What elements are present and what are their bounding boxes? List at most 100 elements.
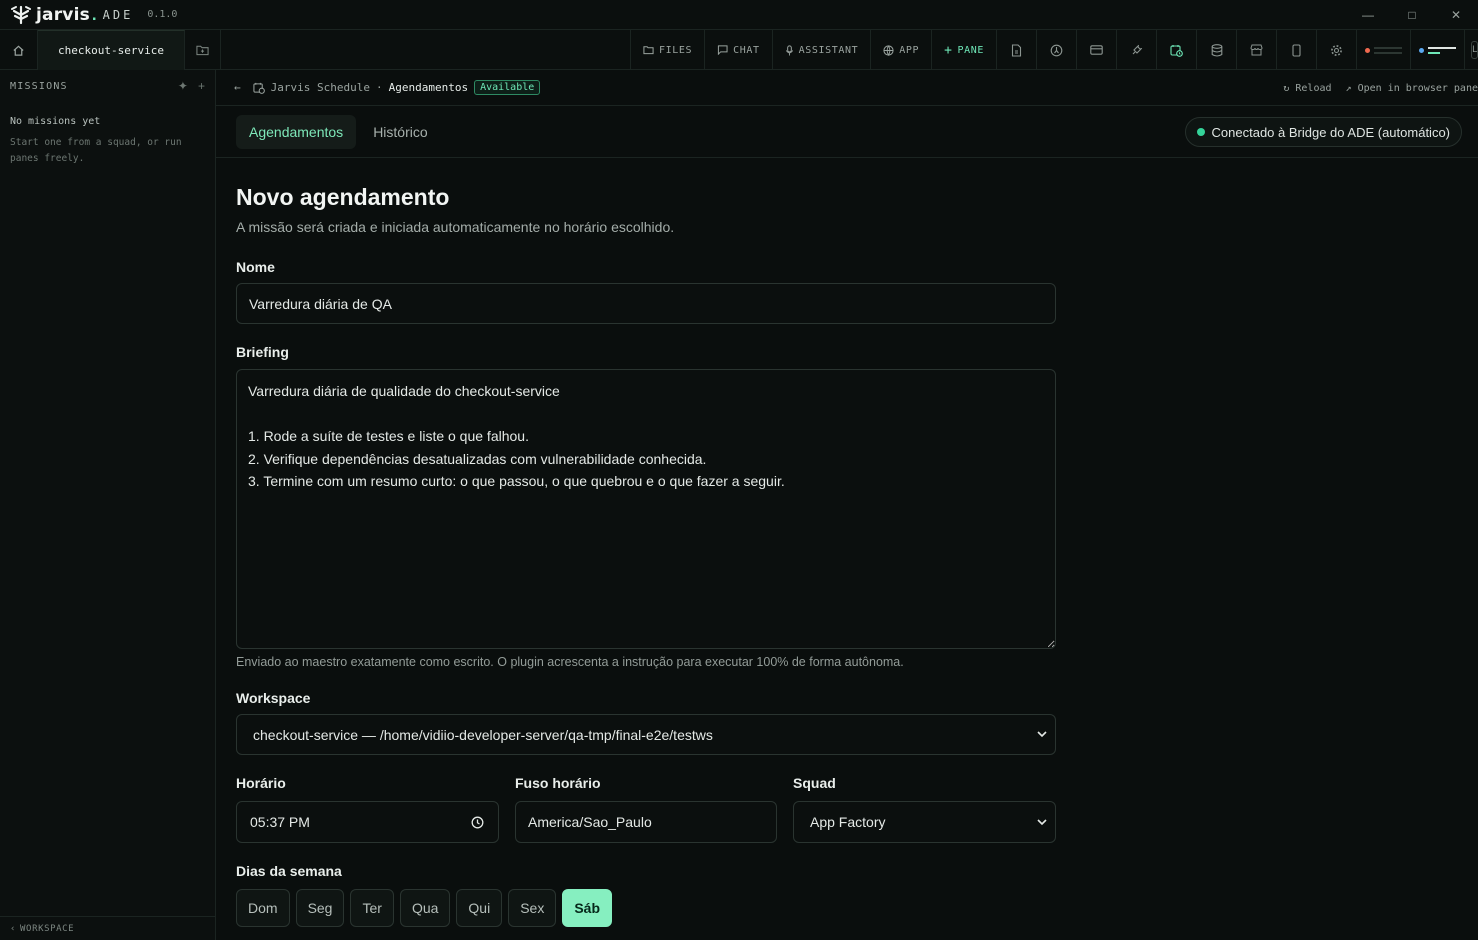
open-browser-label: Open in browser pane bbox=[1357, 82, 1478, 94]
day-toggle-ter[interactable]: Ter bbox=[350, 889, 394, 927]
brand: jarvis. ADE 0.1.0 bbox=[10, 4, 177, 26]
clock-icon[interactable] bbox=[471, 816, 484, 829]
close-icon[interactable]: ✕ bbox=[1434, 0, 1478, 30]
sidebar-actions: ✦ + bbox=[178, 79, 205, 93]
back-arrow-icon[interactable]: ← bbox=[234, 81, 241, 94]
sidebar-title: MISSIONS bbox=[10, 80, 68, 92]
sidebar-header: MISSIONS ✦ + bbox=[0, 70, 215, 102]
add-pane-button-label: PANE bbox=[957, 44, 984, 56]
time-value: 05:37 PM bbox=[250, 814, 310, 830]
form-title: Novo agendamento bbox=[236, 184, 450, 210]
weekday-picker: Dom Seg Ter Qua Qui Sex Sáb bbox=[236, 889, 1056, 927]
days-label: Dias da semana bbox=[236, 863, 342, 879]
credit-card-icon bbox=[1090, 45, 1103, 55]
time-row: Horário 05:37 PM Fuso horário Squad App … bbox=[236, 775, 1056, 843]
time-column: Horário 05:37 PM bbox=[236, 775, 499, 843]
breadcrumb-current: Agendamentos bbox=[388, 81, 469, 94]
layout-edge-label: L bbox=[1471, 41, 1478, 59]
workspace-label: WORKSPACE bbox=[20, 923, 75, 934]
empty-title: No missions yet bbox=[10, 116, 101, 127]
database-icon bbox=[1211, 43, 1222, 57]
file-icon bbox=[1011, 43, 1022, 57]
day-toggle-sab[interactable]: Sáb bbox=[562, 889, 613, 927]
chevron-left-icon: ‹ bbox=[10, 923, 17, 934]
maximize-icon[interactable]: □ bbox=[1390, 0, 1434, 30]
reload-icon: ↻ bbox=[1283, 82, 1290, 94]
assistant-button[interactable]: ASSISTANT bbox=[771, 30, 871, 70]
day-toggle-sex[interactable]: Sex bbox=[508, 889, 557, 927]
workspace-label: Workspace bbox=[236, 690, 311, 706]
tab-agendamentos[interactable]: Agendamentos bbox=[236, 114, 357, 149]
store-icon bbox=[1250, 44, 1263, 56]
app-name: jarvis bbox=[36, 4, 90, 25]
schedule-icon-button[interactable] bbox=[1156, 30, 1196, 70]
settings-button[interactable] bbox=[1316, 30, 1356, 70]
calendar-clock-icon bbox=[1170, 44, 1183, 57]
briefing-hint: Enviado ao maestro exatamente como escri… bbox=[236, 655, 904, 669]
layout-edge[interactable]: L bbox=[1464, 30, 1478, 70]
day-toggle-qui[interactable]: Qui bbox=[456, 889, 503, 927]
title-bar: jarvis. ADE 0.1.0 — □ ✕ bbox=[0, 0, 1478, 30]
tab-historico[interactable]: Histórico bbox=[360, 115, 440, 149]
day-toggle-dom[interactable]: Dom bbox=[236, 889, 290, 927]
reload-button[interactable]: ↻ Reload bbox=[1283, 83, 1331, 94]
status-meter-red[interactable] bbox=[1356, 30, 1410, 70]
chevron-down-icon bbox=[1037, 731, 1047, 738]
minimize-icon[interactable]: — bbox=[1346, 0, 1390, 30]
workspace-toggle[interactable]: ‹ WORKSPACE bbox=[0, 916, 215, 940]
home-button[interactable] bbox=[0, 30, 38, 70]
plus-icon: + bbox=[944, 42, 953, 58]
breadcrumb-plugin[interactable]: Jarvis Schedule bbox=[271, 81, 370, 94]
tab-checkout-service[interactable]: checkout-service bbox=[38, 30, 185, 70]
add-mission-icon[interactable]: + bbox=[198, 79, 205, 93]
app-button-label: APP bbox=[899, 44, 920, 56]
breadcrumb-separator: · bbox=[375, 81, 383, 94]
network-icon bbox=[1050, 44, 1063, 56]
microphone-icon bbox=[785, 44, 793, 56]
add-pane-button[interactable]: + PANE bbox=[931, 30, 996, 70]
open-browser-button[interactable]: ↗ Open in browser pane bbox=[1346, 83, 1478, 94]
workspace-select[interactable]: checkout-service — /home/vidiio-develope… bbox=[236, 714, 1056, 755]
form-description: A missão será criada e iniciada automati… bbox=[236, 219, 675, 235]
phone-icon bbox=[1292, 43, 1301, 57]
network-icon-button[interactable] bbox=[1036, 30, 1076, 70]
squad-column: Squad App Factory bbox=[793, 775, 1056, 843]
window-controls: — □ ✕ bbox=[1346, 0, 1478, 30]
files-button-label: FILES bbox=[659, 44, 693, 56]
magic-wand-icon[interactable]: ✦ bbox=[178, 79, 188, 93]
globe-icon bbox=[883, 44, 894, 56]
squad-select[interactable]: App Factory bbox=[793, 801, 1056, 843]
day-toggle-seg[interactable]: Seg bbox=[295, 889, 345, 927]
store-icon-button[interactable] bbox=[1236, 30, 1276, 70]
section-tabs: Agendamentos Histórico Conectado à Bridg… bbox=[216, 106, 1478, 158]
timezone-label: Fuso horário bbox=[515, 775, 601, 791]
app-version: 0.1.0 bbox=[147, 9, 178, 20]
missions-empty-state: No missions yet Start one from a squad, … bbox=[0, 102, 215, 181]
briefing-textarea[interactable]: Varredura diária de qualidade do checkou… bbox=[236, 369, 1056, 649]
new-schedule-form: Novo agendamento A missão será criada e … bbox=[236, 180, 1056, 927]
missions-sidebar: MISSIONS ✦ + No missions yet Start one f… bbox=[0, 70, 216, 940]
plugin-icon-button[interactable] bbox=[1116, 30, 1156, 70]
file-icon-button[interactable] bbox=[996, 30, 1036, 70]
connection-label: Conectado à Bridge do ADE (automático) bbox=[1211, 124, 1450, 140]
database-icon-button[interactable] bbox=[1196, 30, 1236, 70]
name-input[interactable] bbox=[236, 283, 1056, 324]
connection-status-dot bbox=[1196, 128, 1205, 136]
external-link-icon: ↗ bbox=[1345, 82, 1352, 94]
assistant-button-label: ASSISTANT bbox=[798, 44, 859, 56]
new-tab-button[interactable] bbox=[185, 30, 221, 70]
app-name-suffix: ADE bbox=[102, 7, 134, 22]
files-button[interactable]: FILES bbox=[630, 30, 704, 70]
chat-button-label: CHAT bbox=[733, 44, 760, 56]
time-input[interactable]: 05:37 PM bbox=[236, 801, 499, 843]
chat-button[interactable]: CHAT bbox=[704, 30, 771, 70]
day-toggle-qua[interactable]: Qua bbox=[399, 889, 451, 927]
status-meter-blue[interactable] bbox=[1410, 30, 1464, 70]
device-icon-button[interactable] bbox=[1276, 30, 1316, 70]
card-icon-button[interactable] bbox=[1076, 30, 1116, 70]
gear-icon bbox=[1331, 44, 1342, 56]
plug-icon bbox=[1132, 44, 1143, 54]
app-button[interactable]: APP bbox=[870, 30, 931, 70]
timezone-input[interactable] bbox=[515, 801, 777, 843]
